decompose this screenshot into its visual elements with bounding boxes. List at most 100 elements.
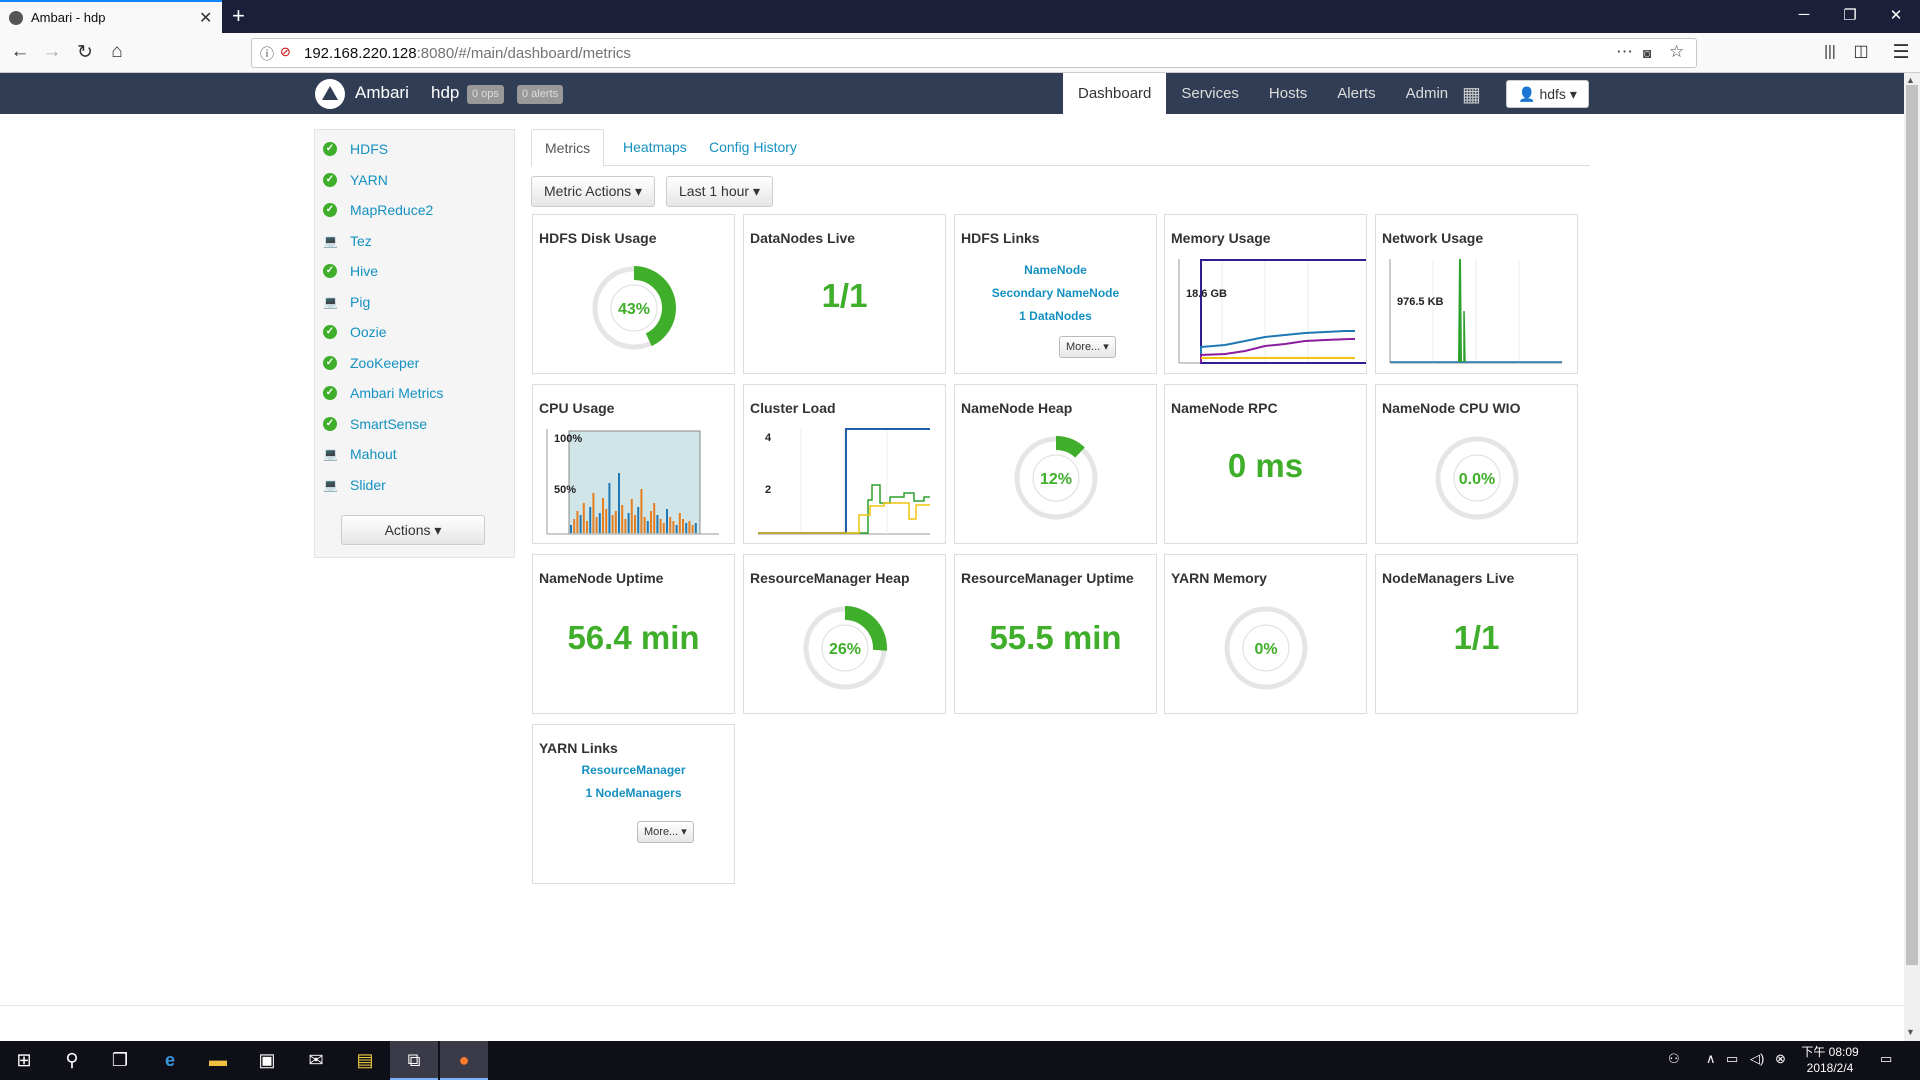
widget-namenode-rpc[interactable]: NameNode RPC 0 ms (1164, 384, 1367, 544)
nav-alerts[interactable]: Alerts (1322, 73, 1390, 114)
edge-icon[interactable]: e (146, 1041, 194, 1080)
restore-icon[interactable]: ❐ (1830, 6, 1870, 24)
link-datanodes[interactable]: 1 DataNodes (955, 305, 1156, 328)
app-icon[interactable]: ▤ (341, 1041, 389, 1080)
page-actions-icon[interactable]: ⋯ (1616, 42, 1633, 62)
bookmark-star-icon[interactable]: ☆ (1669, 42, 1684, 62)
volume-icon[interactable]: ◁) (1750, 1051, 1764, 1067)
home-icon[interactable]: ⌂ (104, 41, 130, 63)
widget-namenode-uptime[interactable]: NameNode Uptime 56.4 min (532, 554, 735, 714)
people-icon[interactable]: ⚇ (1668, 1051, 1680, 1067)
link-secondary-namenode[interactable]: Secondary NameNode (955, 282, 1156, 305)
nav-dashboard[interactable]: Dashboard (1063, 73, 1167, 114)
taskbar-clock[interactable]: 下午 08:09 2018/2/4 (1800, 1044, 1860, 1076)
widget-memory-usage[interactable]: Memory Usage 18.6 GB (1164, 214, 1367, 374)
browser-tab[interactable]: Ambari - hdp ✕ (0, 0, 222, 33)
mail-icon[interactable]: ✉ (292, 1041, 340, 1080)
brand-name[interactable]: Ambari (355, 83, 409, 103)
close-tab-icon[interactable]: ✕ (199, 8, 212, 28)
sidebar-item-tez[interactable]: 💻 Tez (323, 229, 372, 253)
yarn-more-button[interactable]: More... ▾ (637, 821, 694, 843)
widget-datanodes-live[interactable]: DataNodes Live 1/1 (743, 214, 946, 374)
ops-badge[interactable]: 0 ops (467, 85, 504, 104)
widget-network-usage[interactable]: Network Usage 976.5 KB (1375, 214, 1578, 374)
link-resourcemanager[interactable]: ResourceManager (533, 759, 734, 782)
pocket-icon[interactable]: ◙ (1643, 45, 1651, 61)
firefox-icon[interactable]: ● (440, 1041, 488, 1080)
sidebar-item-label[interactable]: Pig (350, 294, 370, 310)
sidebar-item-ambari-metrics[interactable]: ✓ Ambari Metrics (323, 381, 443, 405)
store-icon[interactable]: ▣ (243, 1041, 291, 1080)
task-view-icon[interactable]: ❐ (96, 1041, 144, 1080)
close-window-icon[interactable]: ✕ (1876, 6, 1916, 24)
forward-icon[interactable]: → (39, 41, 65, 63)
sidebar-item-label[interactable]: Mahout (350, 446, 397, 462)
ime-icon[interactable]: ⊗ (1775, 1051, 1786, 1067)
sidebar-item-label[interactable]: YARN (350, 172, 388, 188)
sidebar-item-label[interactable]: Slider (350, 477, 386, 493)
sidebar-item-smartsense[interactable]: ✓ SmartSense (323, 412, 427, 436)
sidebar-item-oozie[interactable]: ✓ Oozie (323, 320, 387, 344)
actions-button[interactable]: Actions ▾ (341, 515, 485, 545)
notifications-icon[interactable]: ▭ (1880, 1051, 1892, 1067)
sidebar-item-label[interactable]: ZooKeeper (350, 355, 419, 371)
sidebar-item-label[interactable]: HDFS (350, 141, 388, 157)
widget-namenode-heap[interactable]: NameNode Heap 12% (954, 384, 1157, 544)
widget-nodemanagers-live[interactable]: NodeManagers Live 1/1 (1375, 554, 1578, 714)
widget-namenode-cpu-wio[interactable]: NameNode CPU WIO 0.0% (1375, 384, 1578, 544)
nav-services[interactable]: Services (1166, 73, 1254, 114)
tab-metrics[interactable]: Metrics (531, 129, 605, 167)
sidebar-toggle-icon[interactable]: ◫ (1848, 41, 1874, 61)
network-icon[interactable]: ▭ (1726, 1051, 1738, 1067)
widget-rm-heap[interactable]: ResourceManager Heap 26% (743, 554, 946, 714)
sidebar-item-label[interactable]: Hive (350, 263, 378, 279)
reload-icon[interactable]: ↻ (72, 41, 98, 64)
sidebar-item-label[interactable]: Tez (350, 233, 372, 249)
sidebar-item-label[interactable]: Oozie (350, 324, 387, 340)
hdfs-more-button[interactable]: More... ▾ (1059, 336, 1116, 358)
widget-cluster-load[interactable]: Cluster Load 4 2 (743, 384, 946, 544)
user-menu-button[interactable]: 👤 hdfs ▾ (1506, 80, 1589, 108)
tab-config-history[interactable]: Config History (696, 129, 810, 166)
page-scrollbar[interactable]: ▲ ▼ (1904, 73, 1920, 1041)
sidebar-item-hdfs[interactable]: ✓ HDFS (323, 137, 388, 161)
library-icon[interactable]: ||| (1817, 43, 1843, 60)
sidebar-item-zookeeper[interactable]: ✓ ZooKeeper (323, 351, 419, 375)
remote-desktop-icon[interactable]: ⧉ (390, 1041, 438, 1080)
sidebar-item-pig[interactable]: 💻 Pig (323, 290, 370, 314)
insecure-lock-icon[interactable]: ⊘ (280, 44, 291, 60)
start-icon[interactable]: ⊞ (0, 1041, 48, 1080)
sidebar-item-mahout[interactable]: 💻 Mahout (323, 442, 397, 466)
scroll-up-icon[interactable]: ▲ (1906, 75, 1915, 85)
file-explorer-icon[interactable]: ▬ (194, 1041, 242, 1080)
search-icon[interactable]: ⚲ (48, 1041, 96, 1080)
sidebar-item-label[interactable]: MapReduce2 (350, 202, 433, 218)
address-bar[interactable]: ⓘ ⊘ 192.168.220.128:8080/#/main/dashboar… (251, 38, 1697, 68)
sidebar-item-label[interactable]: SmartSense (350, 416, 427, 432)
info-icon[interactable]: ⓘ (260, 44, 274, 64)
ambari-logo-icon[interactable] (315, 79, 345, 109)
tray-chevron-icon[interactable]: ∧ (1706, 1051, 1716, 1067)
link-nodemanagers[interactable]: 1 NodeManagers (533, 782, 734, 805)
nav-hosts[interactable]: Hosts (1254, 73, 1322, 114)
sidebar-item-hive[interactable]: ✓ Hive (323, 259, 378, 283)
metric-actions-button[interactable]: Metric Actions ▾ (531, 176, 656, 207)
scroll-down-icon[interactable]: ▼ (1906, 1027, 1915, 1037)
widget-rm-uptime[interactable]: ResourceManager Uptime 55.5 min (954, 554, 1157, 714)
back-icon[interactable]: ← (7, 41, 33, 63)
new-tab-icon[interactable]: + (232, 3, 245, 29)
nav-admin[interactable]: Admin (1391, 73, 1464, 114)
scroll-thumb[interactable] (1906, 85, 1918, 965)
tab-heatmaps[interactable]: Heatmaps (610, 129, 700, 166)
views-grid-icon[interactable]: ▦ (1462, 82, 1481, 107)
menu-icon[interactable]: ☰ (1888, 41, 1914, 64)
sidebar-item-slider[interactable]: 💻 Slider (323, 473, 386, 497)
widget-cpu-usage[interactable]: CPU Usage 100% 50% (532, 384, 735, 544)
time-range-button[interactable]: Last 1 hour ▾ (666, 176, 773, 207)
minimize-icon[interactable]: ─ (1784, 6, 1824, 23)
sidebar-item-mapreduce2[interactable]: ✓ MapReduce2 (323, 198, 433, 222)
sidebar-item-yarn[interactable]: ✓ YARN (323, 168, 388, 192)
cluster-name[interactable]: hdp (431, 83, 459, 103)
sidebar-item-label[interactable]: Ambari Metrics (350, 385, 443, 401)
alerts-badge[interactable]: 0 alerts (517, 85, 564, 104)
